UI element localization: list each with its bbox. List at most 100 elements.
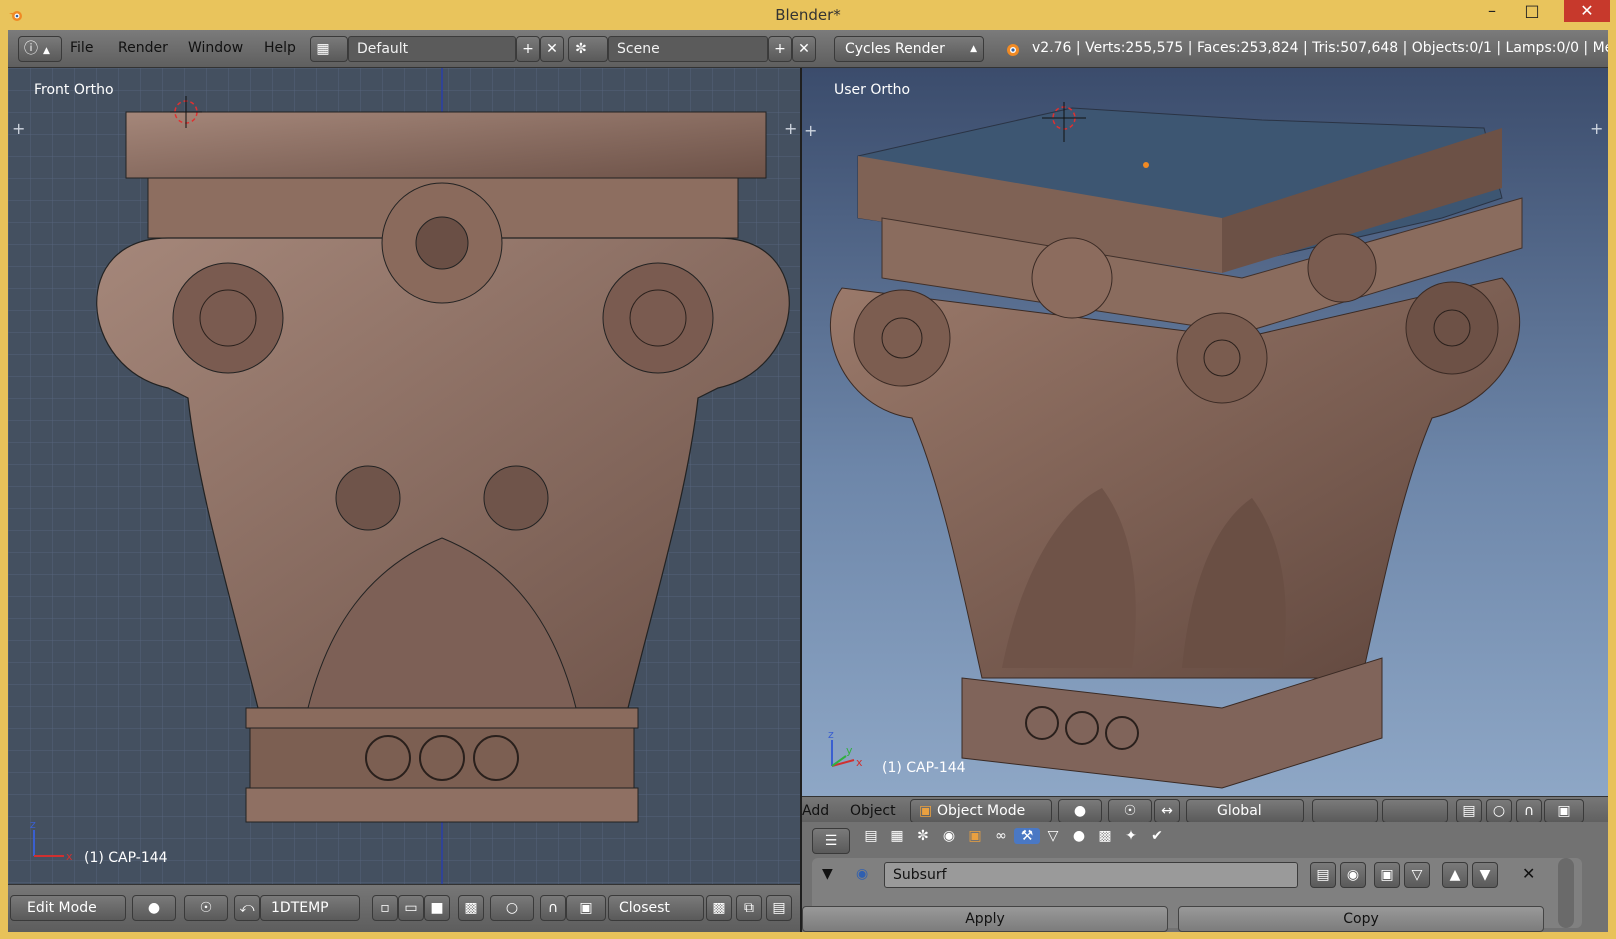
x-icon: ✕ <box>546 41 558 57</box>
menu-render[interactable]: Render <box>118 40 168 56</box>
tab-constraints-icon[interactable]: ∞ <box>988 828 1014 844</box>
show-viewport-toggle[interactable]: ◉ <box>1340 862 1366 888</box>
scene-icon: ✼ <box>575 41 587 57</box>
left-viewport-header: Edit Mode ● ☉ ⤺ 1DTEMP ▫ ▭ ■ ▩ ○ ∩ ▣ Clo… <box>8 884 800 932</box>
apply-button[interactable]: Apply <box>802 906 1168 932</box>
show-render-toggle[interactable]: ▤ <box>1310 862 1336 888</box>
properties-scrollbar[interactable] <box>1558 858 1574 928</box>
proportional-edit-dropdown[interactable]: ○ <box>490 895 534 921</box>
delete-scene-button[interactable]: ✕ <box>792 36 816 62</box>
mode-label: Edit Mode <box>27 900 97 916</box>
toolshelf-toggle-icon[interactable]: + <box>12 119 25 138</box>
add-layout-button[interactable]: + <box>516 36 540 62</box>
camera-render-button[interactable]: ▤ <box>766 895 792 921</box>
remove-modifier-icon[interactable]: ✕ <box>1522 864 1535 883</box>
tab-render-layers-icon[interactable]: ▦ <box>884 828 910 844</box>
window-title: Blender* <box>775 6 841 24</box>
show-on-cage-toggle[interactable]: ▽ <box>1404 862 1430 888</box>
toolshelf-toggle-icon[interactable]: + <box>804 121 817 140</box>
info-header: ⓘ ▲ File Render Window Help ▦ Default + ✕… <box>8 30 1608 68</box>
add-scene-button[interactable]: + <box>768 36 792 62</box>
viewport-user-ortho[interactable]: z x y + + User Ortho (1) CAP-144 <box>802 68 1608 796</box>
magnet-icon: ∩ <box>547 900 559 916</box>
snap-self-button[interactable]: ▩ <box>706 895 732 921</box>
properties-editor-type-button[interactable]: ☰ <box>812 828 850 854</box>
modifier-name-field[interactable]: Subsurf <box>884 862 1298 888</box>
collapse-arrow-icon[interactable]: ▼ <box>822 866 833 882</box>
viewport-shading-dropdown[interactable]: ● <box>1058 799 1102 823</box>
face-icon: ■ <box>430 900 444 916</box>
proportional-edit-button[interactable]: ○ <box>1486 799 1512 823</box>
svg-text:x: x <box>856 756 863 769</box>
tab-physics-icon[interactable]: ✔ <box>1144 828 1170 844</box>
mode-dropdown-left[interactable]: Edit Mode <box>10 895 126 921</box>
maximize-button[interactable]: □ <box>1512 0 1552 24</box>
tab-particles-icon[interactable]: ✦ <box>1118 828 1144 844</box>
properties-editor: ☰ ▤ ▦ ✼ ◉ ▣ ∞ ⚒ ▽ ● ▩ ✦ ✔ ▼ ◉ Subsurf ▤ ◉ ▣ ▽ ▲ ▼ ✕… <box>802 822 1608 932</box>
snap-toggle[interactable]: ∩ <box>1516 799 1542 823</box>
delete-layout-button[interactable]: ✕ <box>540 36 564 62</box>
viewport-front-ortho[interactable]: z x + + Front Ortho (1) CAP-144 <box>8 68 800 884</box>
menu-window[interactable]: Window <box>188 40 243 56</box>
properties-toggle-icon[interactable]: + <box>784 119 797 138</box>
view-label-user-ortho: User Ortho <box>834 82 911 98</box>
screen-layout-field[interactable]: Default <box>348 36 516 62</box>
pivot-point-dropdown[interactable]: ☉ <box>1108 799 1152 823</box>
opengl-render-button[interactable]: ⧉ <box>736 895 762 921</box>
capital-model-perspective[interactable]: z x y + + <box>802 68 1608 796</box>
render-engine-label: Cycles Render <box>845 41 945 57</box>
scene-field[interactable]: Scene <box>608 36 768 62</box>
snap-element-icon: ▣ <box>1557 803 1571 819</box>
menu-help[interactable]: Help <box>264 40 296 56</box>
properties-icon: ☰ <box>824 833 838 849</box>
limit-selection-button[interactable]: ▩ <box>458 895 484 921</box>
lock-layer-button[interactable]: ▤ <box>1456 799 1482 823</box>
tab-object-icon[interactable]: ▣ <box>962 828 988 844</box>
tab-material-icon[interactable]: ● <box>1066 828 1092 844</box>
pivot-icon: ☉ <box>199 900 213 916</box>
snap-element-dropdown[interactable]: ▣ <box>1544 799 1584 823</box>
plus-icon: + <box>522 41 534 57</box>
tab-render-icon[interactable]: ▤ <box>858 828 884 844</box>
menu-add[interactable]: Add <box>802 803 829 819</box>
face-select-button[interactable]: ■ <box>424 895 450 921</box>
svg-text:x: x <box>66 850 73 863</box>
layers-grid-2[interactable] <box>1382 799 1448 823</box>
snap-toggle[interactable]: ∩ <box>540 895 566 921</box>
tab-data-icon[interactable]: ▽ <box>1040 828 1066 844</box>
tab-texture-icon[interactable]: ▩ <box>1092 828 1118 844</box>
editor-type-button[interactable]: ⓘ ▲ <box>18 36 62 62</box>
move-up-button[interactable]: ▲ <box>1442 862 1468 888</box>
tab-modifiers-icon[interactable]: ⚒ <box>1014 828 1040 844</box>
transform-orientation-dropdown[interactable]: 1DTEMP <box>260 895 360 921</box>
manipulator-toggle[interactable]: ⤺ <box>234 895 260 921</box>
show-edit-mode-toggle[interactable]: ▣ <box>1374 862 1400 888</box>
tab-scene-icon[interactable]: ✼ <box>910 828 936 844</box>
orientation-dropdown[interactable]: Global <box>1186 799 1304 823</box>
pivot-icon: ☉ <box>1123 803 1137 819</box>
manipulator-toggle[interactable]: ↔ <box>1154 799 1180 823</box>
snap-element-dropdown[interactable]: ▣ <box>566 895 606 921</box>
viewport-shading-dropdown[interactable]: ● <box>132 895 176 921</box>
pivot-point-dropdown[interactable]: ☉ <box>184 895 228 921</box>
svg-text:y: y <box>846 744 853 757</box>
tab-world-icon[interactable]: ◉ <box>936 828 962 844</box>
move-down-button[interactable]: ▼ <box>1472 862 1498 888</box>
mode-dropdown-right[interactable]: ▣ Object Mode <box>910 799 1052 823</box>
close-window-button[interactable]: ✕ <box>1564 0 1610 22</box>
scene-selector[interactable]: ✼ <box>568 36 608 62</box>
properties-toggle-icon[interactable]: + <box>1590 119 1603 138</box>
minimize-button[interactable]: – <box>1472 0 1512 24</box>
snap-target-dropdown[interactable]: Closest <box>608 895 704 921</box>
manipulator-icon: ↔ <box>1161 803 1173 819</box>
menu-file[interactable]: File <box>70 40 93 56</box>
render-preview-icon: ⧉ <box>744 900 754 916</box>
screen-layout-selector[interactable]: ▦ <box>310 36 348 62</box>
menu-object[interactable]: Object <box>850 803 896 819</box>
edge-select-button[interactable]: ▭ <box>398 895 424 921</box>
layers-grid-1[interactable] <box>1312 799 1378 823</box>
render-engine-dropdown[interactable]: Cycles Render ▲ <box>834 36 984 62</box>
vertex-select-button[interactable]: ▫ <box>372 895 398 921</box>
sphere-icon: ● <box>1073 803 1087 819</box>
copy-button[interactable]: Copy <box>1178 906 1544 932</box>
